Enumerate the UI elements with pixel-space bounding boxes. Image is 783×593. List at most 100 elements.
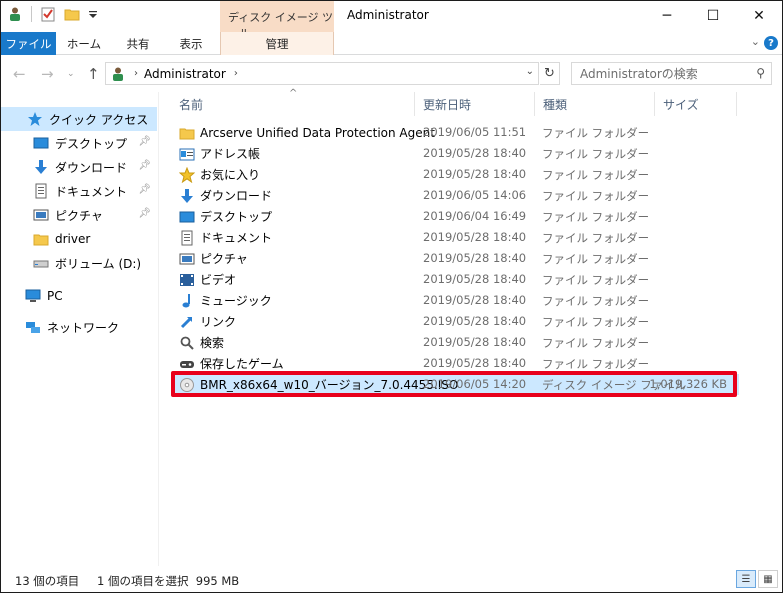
file-row[interactable]: BMR_x86x64_w10_バージョン_7.0.4455.ISO 2019/06… bbox=[171, 374, 739, 395]
file-row[interactable]: 検索 2019/05/28 18:40 ファイル フォルダー bbox=[171, 332, 739, 353]
column-header-size[interactable]: サイズ bbox=[655, 92, 737, 116]
file-row[interactable]: お気に入り 2019/05/28 18:40 ファイル フォルダー bbox=[171, 164, 739, 185]
file-name-cell: お気に入り bbox=[179, 164, 260, 185]
desktop-icon bbox=[33, 137, 49, 149]
chevron-down-icon[interactable]: ⌄ bbox=[751, 35, 760, 48]
file-type: ファイル フォルダー bbox=[542, 210, 650, 224]
close-button[interactable]: ✕ bbox=[736, 1, 782, 31]
search-icon[interactable]: ⚲ bbox=[756, 66, 765, 80]
pin-icon[interactable]: 📌︎ bbox=[138, 160, 151, 171]
new-folder-icon[interactable] bbox=[64, 6, 80, 22]
file-name: お気に入り bbox=[200, 168, 261, 182]
address-dropdown-icon[interactable]: ⌄ bbox=[526, 66, 534, 77]
properties-icon[interactable] bbox=[40, 6, 56, 22]
column-header-type[interactable]: 種類 bbox=[535, 92, 655, 116]
file-name-cell: ミュージック bbox=[179, 290, 272, 311]
file-row[interactable]: ビデオ 2019/05/28 18:40 ファイル フォルダー bbox=[171, 269, 739, 290]
disc-image-icon bbox=[180, 377, 194, 392]
minimize-button[interactable]: ─ bbox=[644, 1, 690, 31]
file-name: ビデオ bbox=[200, 273, 237, 287]
file-size: 1,019,326 KB bbox=[649, 377, 727, 391]
file-date: 2019/05/28 18:40 bbox=[423, 314, 527, 328]
star-icon bbox=[28, 112, 42, 126]
file-row[interactable]: ピクチャ 2019/05/28 18:40 ファイル フォルダー bbox=[171, 248, 739, 269]
user-folder-icon bbox=[113, 67, 123, 81]
file-row[interactable]: デスクトップ 2019/06/04 16:49 ファイル フォルダー bbox=[171, 206, 739, 227]
recent-locations-icon[interactable]: ⌄ bbox=[67, 69, 75, 79]
title-bar: ディスク イメージ ツール Administrator ─ ☐ ✕ bbox=[1, 1, 782, 40]
search-input[interactable] bbox=[580, 66, 750, 81]
ribbon-tabs: ファイル ホーム 共有 表示 管理 ⌄ ? bbox=[1, 32, 782, 55]
maximize-button[interactable]: ☐ bbox=[690, 1, 736, 31]
file-date: 2019/05/28 18:40 bbox=[423, 272, 527, 286]
desktop-icon bbox=[179, 211, 195, 222]
tab-share[interactable]: 共有 bbox=[113, 32, 163, 55]
pin-icon[interactable]: 📌︎ bbox=[138, 208, 151, 219]
file-name: BMR_x86x64_w10_バージョン_7.0.4455.ISO bbox=[200, 378, 459, 392]
file-name: ダウンロード bbox=[200, 189, 273, 203]
large-icons-view-icon[interactable]: ▦ bbox=[758, 570, 778, 588]
nav-item[interactable]: ピクチャ 📌︎ bbox=[1, 203, 157, 227]
help-icon[interactable]: ? bbox=[764, 36, 778, 50]
nav-pc[interactable]: PC bbox=[1, 284, 157, 308]
address-bar[interactable]: › Administrator › ⌄ bbox=[105, 62, 539, 85]
file-row[interactable]: 保存したゲーム 2019/05/28 18:40 ファイル フォルダー bbox=[171, 353, 739, 374]
column-header-name[interactable]: 名前 bbox=[171, 92, 415, 116]
file-name: 検索 bbox=[200, 336, 225, 350]
nav-network[interactable]: ネットワーク bbox=[1, 315, 157, 339]
file-name: Arcserve Unified Data Protection Agent bbox=[200, 125, 435, 140]
up-arrow-icon[interactable]: ↑ bbox=[87, 65, 100, 83]
file-row[interactable]: リンク 2019/05/28 18:40 ファイル フォルダー bbox=[171, 311, 739, 332]
file-date: 2019/05/28 18:40 bbox=[423, 167, 527, 181]
search-box[interactable]: ⚲ bbox=[571, 62, 772, 85]
refresh-icon[interactable]: ↻ bbox=[540, 62, 560, 85]
nav-item[interactable]: ドキュメント 📌︎ bbox=[1, 179, 157, 203]
item-count: 13 個の項目 bbox=[15, 574, 80, 588]
breadcrumb-administrator[interactable]: Administrator bbox=[144, 67, 226, 81]
user-folder-icon[interactable] bbox=[7, 6, 23, 22]
nav-item[interactable]: driver bbox=[1, 227, 157, 251]
forward-arrow-icon[interactable]: → bbox=[41, 65, 54, 83]
nav-item[interactable]: ボリューム (D:) bbox=[1, 251, 157, 275]
game-icon bbox=[180, 360, 194, 368]
file-date: 2019/05/28 18:40 bbox=[423, 230, 527, 244]
column-headers: ^ 名前 更新日時 種類 サイズ bbox=[171, 88, 771, 116]
tab-view[interactable]: 表示 bbox=[165, 32, 217, 55]
file-row[interactable]: ドキュメント 2019/05/28 18:40 ファイル フォルダー bbox=[171, 227, 739, 248]
window-title: Administrator bbox=[347, 8, 429, 22]
nav-item[interactable]: デスクトップ 📌︎ bbox=[1, 131, 157, 155]
file-type: ファイル フォルダー bbox=[542, 273, 650, 287]
column-header-date[interactable]: 更新日時 bbox=[415, 92, 535, 116]
nav-item-label: ドキュメント bbox=[55, 184, 128, 199]
file-name-cell: BMR_x86x64_w10_バージョン_7.0.4455.ISO bbox=[179, 374, 458, 395]
tab-manage[interactable]: 管理 bbox=[220, 32, 334, 55]
tab-home[interactable]: ホーム bbox=[59, 32, 109, 55]
breadcrumb-chevron-icon[interactable]: › bbox=[234, 68, 238, 79]
nav-item-label: ピクチャ bbox=[55, 208, 103, 223]
file-name: ドキュメント bbox=[200, 231, 273, 245]
file-row[interactable]: Arcserve Unified Data Protection Agent 20… bbox=[171, 122, 739, 143]
pin-icon[interactable]: 📌︎ bbox=[138, 184, 151, 195]
breadcrumb-chevron-icon[interactable]: › bbox=[134, 68, 138, 79]
back-arrow-icon[interactable]: ← bbox=[13, 65, 26, 83]
file-type: ファイル フォルダー bbox=[542, 126, 650, 140]
tab-file[interactable]: ファイル bbox=[1, 32, 56, 55]
nav-quick-access[interactable]: クイック アクセス bbox=[1, 107, 157, 131]
file-name: アドレス帳 bbox=[200, 147, 261, 161]
file-name: 保存したゲーム bbox=[200, 357, 284, 371]
document-icon bbox=[181, 230, 193, 245]
customize-toolbar-icon[interactable] bbox=[88, 6, 98, 22]
file-name-cell: ビデオ bbox=[179, 269, 236, 290]
file-row[interactable]: ミュージック 2019/05/28 18:40 ファイル フォルダー bbox=[171, 290, 739, 311]
details-view-icon[interactable]: ☰ bbox=[736, 570, 756, 588]
nav-quick-access-label: クイック アクセス bbox=[49, 112, 149, 127]
file-row[interactable]: アドレス帳 2019/05/28 18:40 ファイル フォルダー bbox=[171, 143, 739, 164]
file-row[interactable]: ダウンロード 2019/06/05 14:06 ファイル フォルダー bbox=[171, 185, 739, 206]
file-date: 2019/06/04 16:49 bbox=[423, 209, 527, 223]
nav-pc-label: PC bbox=[47, 289, 63, 303]
file-type: ファイル フォルダー bbox=[542, 147, 650, 161]
drive-icon bbox=[33, 260, 49, 268]
computer-icon bbox=[25, 289, 41, 302]
nav-item[interactable]: ダウンロード 📌︎ bbox=[1, 155, 157, 179]
pin-icon[interactable]: 📌︎ bbox=[138, 136, 151, 147]
